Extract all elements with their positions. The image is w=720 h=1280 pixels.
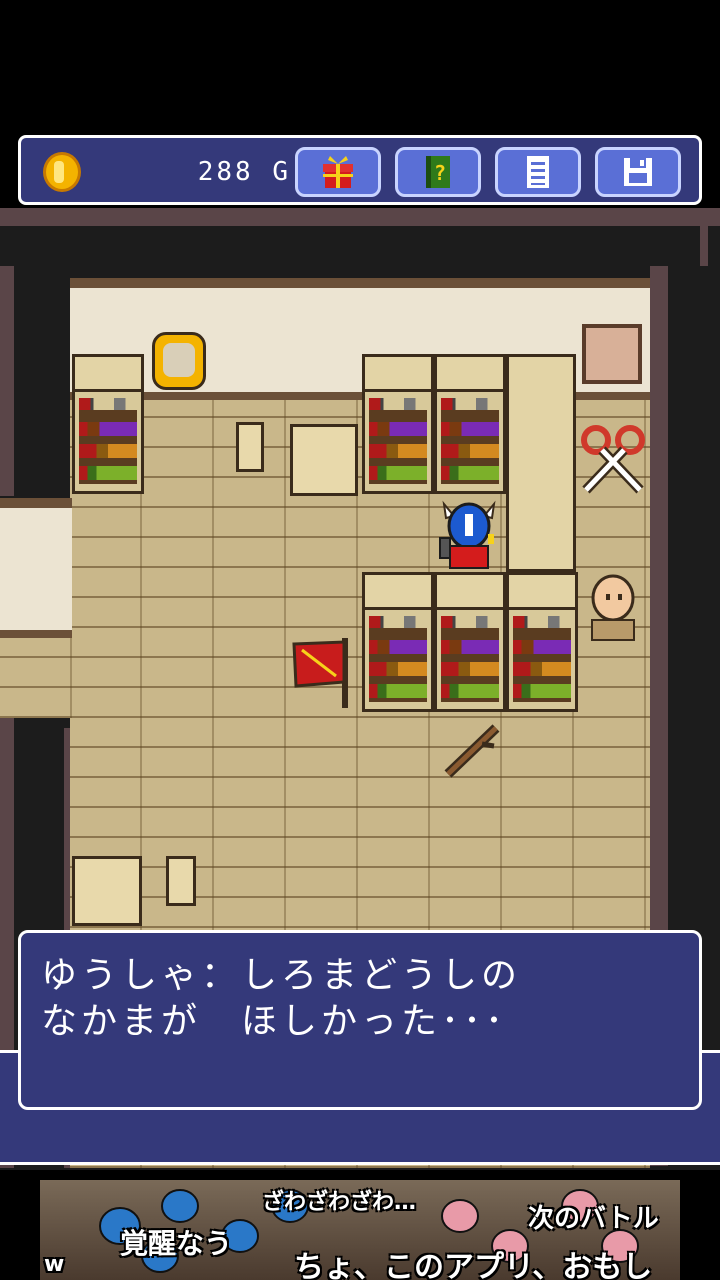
message-line-1: ゆうしゃ：しろまどうしの: [41, 955, 522, 996]
wooden-stick-item-icon[interactable]: [444, 724, 500, 778]
ad-banner[interactable]: ざわざわざわ… 次のバトル 覚醒なう ちょ、このアプリ、おもし w: [40, 1180, 680, 1280]
bookshelf: [434, 572, 506, 712]
corridor-wall: [0, 498, 72, 638]
corridor-floor: [0, 638, 72, 718]
wall-left-upper: [0, 266, 14, 496]
floppy-disk-icon: [624, 158, 652, 186]
help-book-button[interactable]: ?: [395, 147, 481, 197]
gold-amount: 288: [197, 157, 254, 187]
bookshelf: [506, 572, 578, 712]
svg-text:?: ?: [434, 161, 446, 185]
wall-picture-icon: [582, 324, 642, 384]
wall-top: [0, 208, 720, 226]
scissors-sign-icon: [578, 422, 648, 494]
gold-unit: G: [272, 157, 291, 187]
question-book-icon: ?: [426, 156, 450, 188]
message-line-2: なかまが ほしかった･･･: [41, 1001, 508, 1042]
red-cloth-item-icon[interactable]: [292, 638, 354, 708]
wall-shadow: [0, 226, 708, 266]
ad-caption: 次のバトル: [528, 1204, 659, 1234]
gift-icon: [323, 156, 353, 188]
bookshelf: [72, 354, 144, 494]
gold-coin-icon: [43, 152, 81, 192]
save-button[interactable]: [595, 147, 681, 197]
ad-caption: ちょ、このアプリ、おもし: [294, 1250, 653, 1280]
gift-button[interactable]: [295, 147, 381, 197]
chair-icon: [166, 856, 196, 906]
gold-counter: 288 G: [161, 152, 291, 192]
bookshelf: [362, 354, 434, 494]
wall-clock-icon: [152, 332, 206, 390]
menu-list-button[interactable]: [495, 147, 581, 197]
shopkeeper-npc-icon[interactable]: [582, 572, 644, 642]
top-status-bar: 288 G ?: [18, 135, 702, 205]
hero-character-icon[interactable]: [436, 498, 502, 570]
list-icon: [527, 156, 549, 188]
bookshelf: [434, 354, 506, 494]
table-icon: [290, 424, 358, 496]
ad-caption: w: [44, 1252, 65, 1277]
message-window[interactable]: ゆうしゃ：しろまどうしの なかまが ほしかった･･･: [18, 930, 702, 1110]
ad-caption: 覚醒なう: [120, 1227, 233, 1260]
ad-caption: ざわざわざわ…: [262, 1190, 417, 1215]
table-icon: [72, 856, 142, 926]
chair-icon: [236, 422, 264, 472]
shop-counter: [506, 354, 576, 572]
bookshelf: [362, 572, 434, 712]
